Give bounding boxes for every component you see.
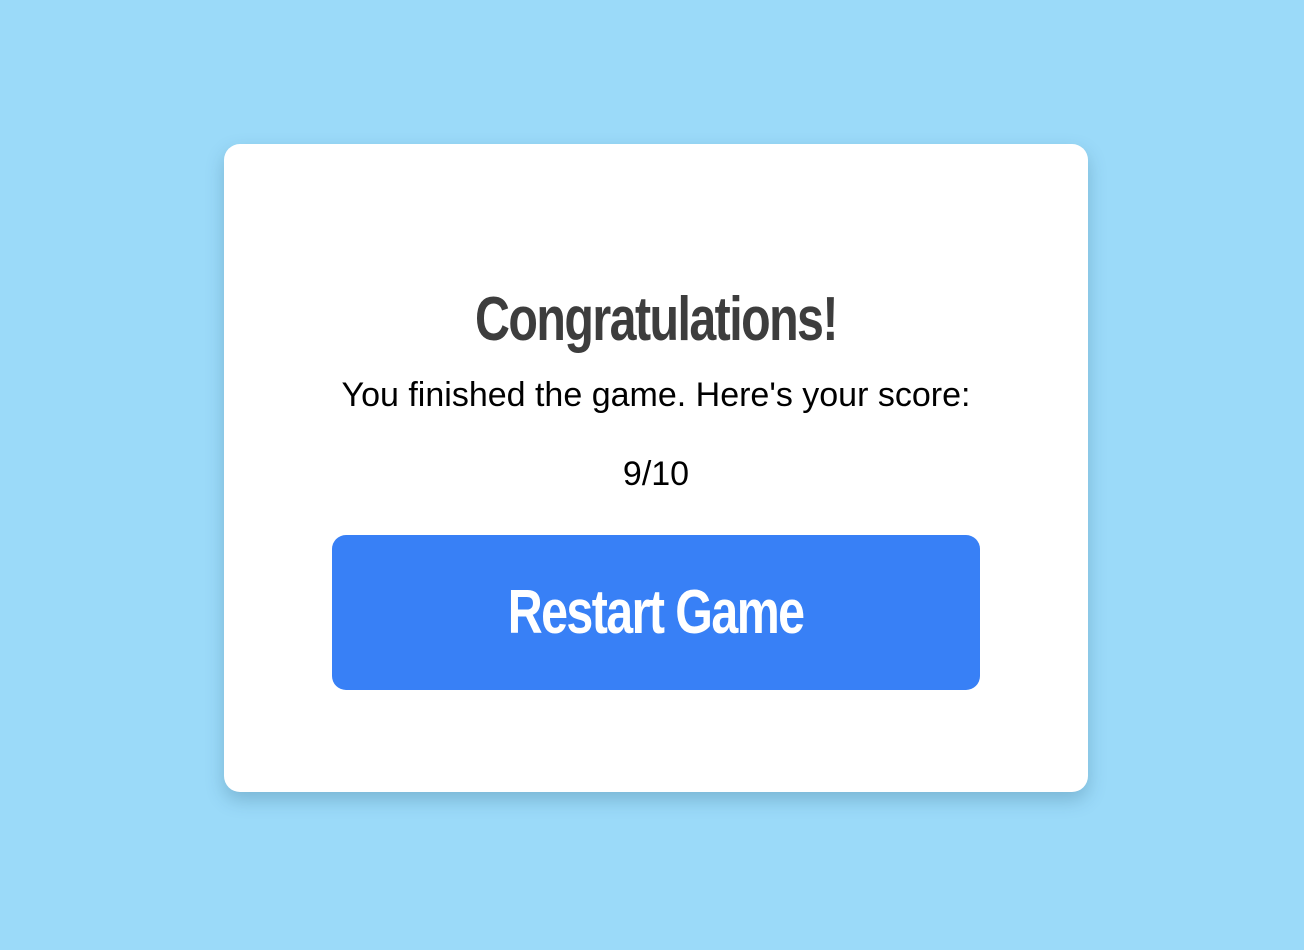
score-text: 9/10 [622, 455, 690, 493]
restart-game-button[interactable]: Restart Game [332, 535, 980, 690]
finished-message: You finished the game. Here's your score… [341, 376, 971, 414]
restart-game-label: Restart Game [508, 577, 805, 647]
congratulations-title: Congratulations! [475, 285, 838, 354]
results-card: Congratulations! You finished the game. … [224, 144, 1088, 792]
